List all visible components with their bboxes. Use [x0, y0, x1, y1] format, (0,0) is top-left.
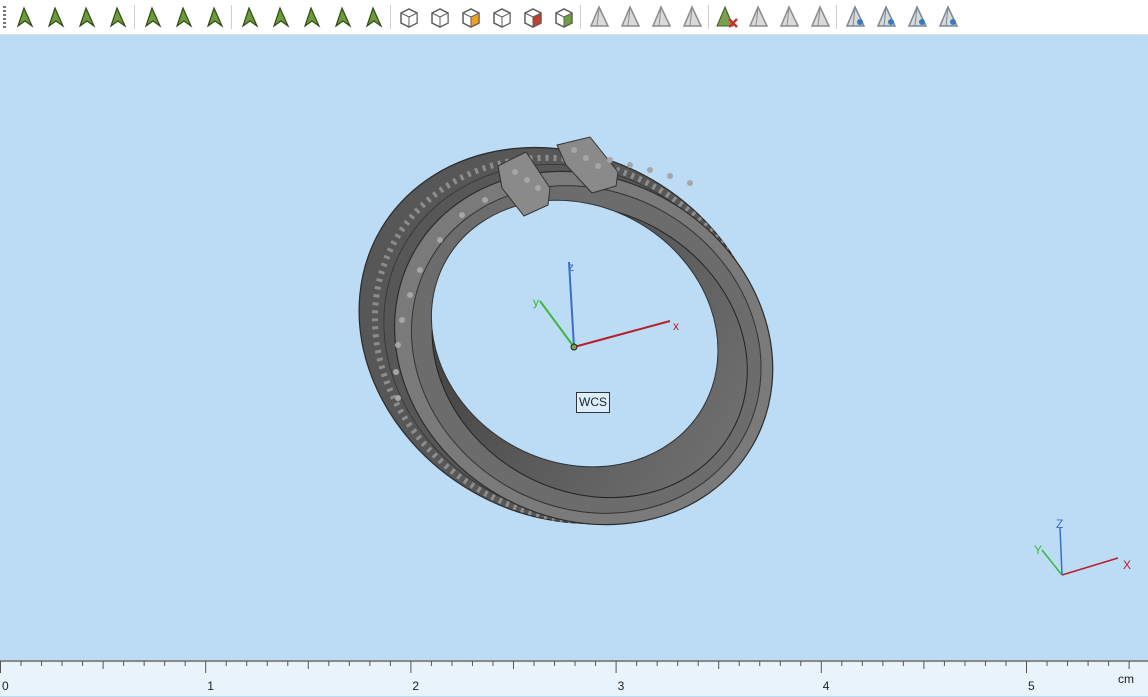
corner-y-label: Y: [1034, 543, 1042, 557]
toolbar-separator: [231, 5, 232, 29]
pyramid-slanted-icon[interactable]: [807, 4, 833, 30]
colored-cube-icon[interactable]: [458, 4, 484, 30]
scene-canvas[interactable]: x y z X Y Z: [0, 35, 1148, 660]
corner-x-label: X: [1123, 558, 1131, 572]
wcs-label[interactable]: WCS: [576, 392, 610, 413]
rectangle-curve-icon[interactable]: [140, 4, 166, 30]
select-edge-icon[interactable]: [74, 4, 100, 30]
wcs-x-label: x: [673, 319, 679, 333]
cube-red-icon[interactable]: [520, 4, 546, 30]
toolbar-separator: [708, 5, 709, 29]
select-solid-icon[interactable]: [105, 4, 131, 30]
ruler-label: 0: [2, 679, 9, 693]
ruler-unit: cm: [1118, 672, 1134, 686]
revolve-surface-icon[interactable]: [330, 4, 356, 30]
view-eye-icon[interactable]: [842, 4, 868, 30]
pyramid-arrow-icon[interactable]: [648, 4, 674, 30]
pyramid-icon[interactable]: [586, 4, 612, 30]
mesh-surface-icon[interactable]: [237, 4, 263, 30]
wire-cube-icon[interactable]: [489, 4, 515, 30]
view-hatch-icon[interactable]: [935, 4, 961, 30]
pyramid-faceted-icon[interactable]: [617, 4, 643, 30]
ruler-ticks: [0, 661, 1148, 673]
ruler-label: 2: [412, 679, 420, 693]
toolbar-separator: [390, 5, 391, 29]
view-eye-blue-icon[interactable]: [904, 4, 930, 30]
select-face-icon[interactable]: [43, 4, 69, 30]
view-layers-icon[interactable]: [873, 4, 899, 30]
wcs-y-label: y: [533, 295, 539, 309]
pyramid-rotate-icon[interactable]: [679, 4, 705, 30]
spline-curve-icon[interactable]: [171, 4, 197, 30]
box-solid-icon[interactable]: [396, 4, 422, 30]
freeform-curve-icon[interactable]: [202, 4, 228, 30]
sweep-surface-icon[interactable]: [361, 4, 387, 30]
delete-red-x-icon[interactable]: [714, 4, 740, 30]
corner-axes: X Y Z: [1034, 517, 1131, 576]
loft-surface-icon[interactable]: [268, 4, 294, 30]
ruler-label: 3: [617, 679, 625, 693]
toolbar-separator: [836, 5, 837, 29]
ruler-label: 1: [207, 679, 214, 693]
3d-viewport[interactable]: x y z X Y Z WCS: [0, 35, 1148, 660]
toolbar: [0, 0, 1148, 35]
cube-solid-icon[interactable]: [427, 4, 453, 30]
ruler-label: 4: [822, 679, 830, 693]
ruler-label: 5: [1028, 679, 1035, 693]
pyramid-copy-icon[interactable]: [776, 4, 802, 30]
select-arrow-icon[interactable]: [12, 4, 38, 30]
corner-z-label: Z: [1056, 517, 1063, 531]
toolbar-separator: [580, 5, 581, 29]
cube-green-icon[interactable]: [551, 4, 577, 30]
ruler: 0 1 2 3 4 5 cm: [0, 660, 1148, 696]
toolbar-grip[interactable]: [3, 6, 6, 28]
toolbar-separator: [134, 5, 135, 29]
wcs-z-label: z: [568, 260, 574, 274]
pyramid-grid-icon[interactable]: [745, 4, 771, 30]
network-surface-icon[interactable]: [299, 4, 325, 30]
